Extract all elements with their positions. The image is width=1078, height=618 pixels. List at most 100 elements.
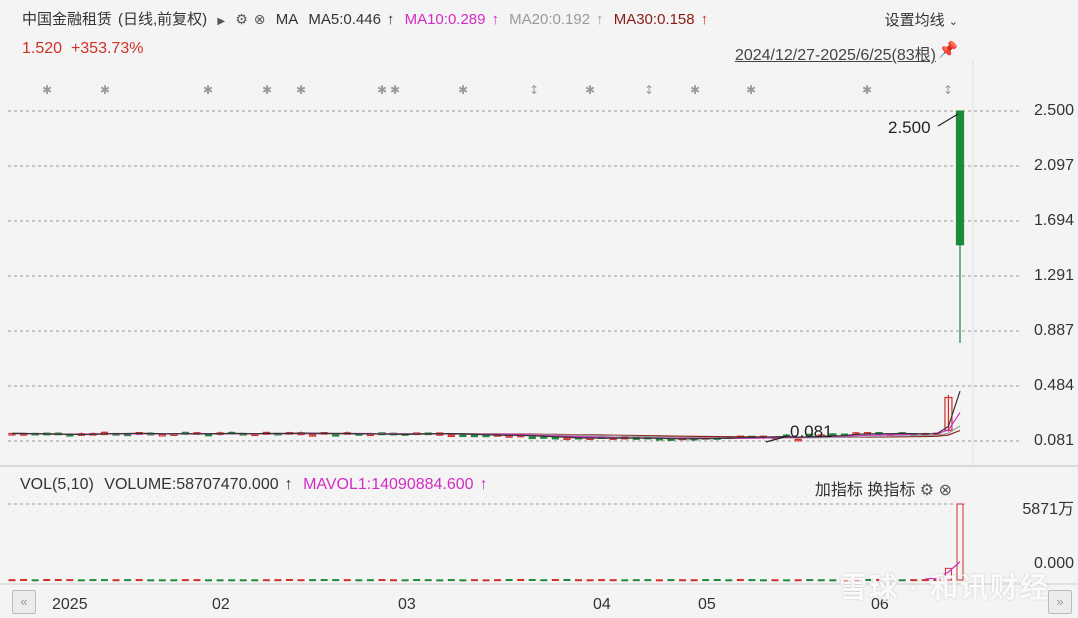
event-marker[interactable]: ↕ (644, 83, 654, 97)
volume-bar (124, 579, 132, 582)
volume-bar (401, 579, 409, 582)
event-marker[interactable]: ✱ (585, 83, 595, 97)
volume-bar (806, 579, 814, 582)
volume-bar (228, 579, 236, 582)
volume-bar (829, 579, 837, 582)
event-marker[interactable]: ✱ (262, 83, 272, 97)
volume-header: VOL(5,10) VOLUME:58707470.000 ↑ MAVOL1:14… (20, 476, 494, 494)
volume-bar (355, 579, 363, 582)
volume-bar (343, 579, 351, 582)
volume-bar (181, 579, 189, 582)
event-marker[interactable]: ✱ (203, 83, 213, 97)
volume-bar (759, 579, 767, 582)
volume-bar (794, 579, 802, 582)
volume-bar (77, 579, 85, 582)
scroll-right-button[interactable]: » (1048, 590, 1072, 614)
volume-bar (482, 579, 490, 582)
volume-bar (262, 579, 270, 582)
candle-body (955, 110, 965, 246)
candle-body (459, 434, 467, 438)
event-marker[interactable]: ↕ (529, 83, 539, 97)
volume-value: VOLUME:58707470.000 (104, 476, 279, 493)
volume-bar (528, 578, 536, 581)
event-marker[interactable]: ✱ (746, 83, 756, 97)
volume-bar (378, 579, 386, 582)
volume-bar (736, 579, 744, 582)
mavol-value: MAVOL1:14090884.600 (303, 476, 474, 493)
volume-bar (771, 579, 779, 582)
volume-bar (332, 579, 340, 582)
x-tick-label: 03 (398, 596, 416, 613)
event-marker[interactable]: ✱ (377, 83, 387, 97)
vol-axis-top: 5871万 (1022, 501, 1074, 518)
volume-bar (239, 579, 247, 582)
volume-bar (574, 579, 582, 582)
x-tick-label: 05 (698, 596, 716, 613)
volume-bar (702, 579, 710, 582)
scroll-left-button[interactable]: « (12, 590, 36, 614)
volume-bar (551, 578, 559, 581)
x-tick-label: 04 (593, 596, 611, 613)
volume-bar (436, 579, 444, 582)
gear-icon[interactable]: ⚙ (920, 480, 934, 500)
volume-bar (459, 579, 467, 582)
high-annotation: 2.500 (888, 118, 931, 137)
volume-bar (609, 579, 617, 582)
volume-bar (563, 579, 571, 582)
volume-bar (100, 579, 108, 582)
volume-bar (20, 578, 28, 581)
volume-bar (390, 579, 398, 582)
event-marker[interactable]: ✱ (100, 83, 110, 97)
volume-bar (655, 579, 663, 582)
watermark: 雪球 · 和讯财经 (839, 572, 1050, 603)
volume-bar (447, 579, 455, 582)
volume-bar (205, 579, 213, 582)
volume-bar (494, 579, 502, 582)
event-marker[interactable]: ✱ (296, 83, 306, 97)
volume-bar (667, 579, 675, 582)
kline-chart: ✱ ✱ ✱ ✱ ✱ ✱ ✱ ✱ ↕ ✱ ↕ ✱ ✱ ✱ ↕ 2.500 0.08… (0, 60, 1078, 585)
volume-bar (748, 579, 756, 582)
event-marker[interactable]: ✱ (390, 83, 400, 97)
volume-bar (713, 579, 721, 582)
volume-bar (586, 579, 594, 582)
volume-bar (517, 578, 525, 581)
volume-title: VOL(5,10) (20, 476, 94, 493)
volume-bar (470, 579, 478, 582)
candle-body (158, 433, 166, 437)
volume-bar (540, 579, 548, 582)
volume-bar (31, 579, 39, 582)
indicator-tools: 加指标 换指标 ⚙ ⊗ (815, 476, 952, 500)
volume-bar (54, 579, 62, 582)
volume-bar (644, 579, 652, 582)
volume-bar (505, 579, 513, 582)
event-marker[interactable]: ↕ (943, 83, 953, 97)
volume-bar (783, 579, 791, 582)
volume-bar (216, 579, 224, 582)
x-tick-label: 02 (212, 596, 230, 613)
volume-bar (66, 579, 74, 582)
volume-bar (170, 579, 178, 582)
event-marker[interactable]: ✱ (42, 83, 52, 97)
add-indicator-button[interactable]: 加指标 (815, 482, 863, 499)
volume-bar (158, 579, 166, 582)
volume-bar (320, 579, 328, 582)
volume-bar (632, 579, 640, 582)
event-marker[interactable]: ✱ (458, 83, 468, 97)
volume-bar (135, 579, 143, 582)
volume-bar (297, 579, 305, 582)
high-annotation-arrow (937, 113, 959, 127)
event-marker[interactable]: ✱ (862, 83, 872, 97)
event-marker[interactable]: ✱ (690, 83, 700, 97)
volume-bar (679, 579, 687, 582)
volume-bar (424, 579, 432, 582)
switch-indicator-button[interactable]: 换指标 (867, 482, 915, 499)
close-icon[interactable]: ⊗ (939, 480, 952, 500)
x-tick-label: 2025 (52, 596, 88, 613)
candle-body (540, 436, 548, 439)
volume-bar (598, 579, 606, 582)
volume-bar (285, 578, 293, 581)
low-annotation: 0.081 (790, 422, 833, 441)
candle-body (332, 433, 340, 437)
volume-bar (413, 579, 421, 582)
